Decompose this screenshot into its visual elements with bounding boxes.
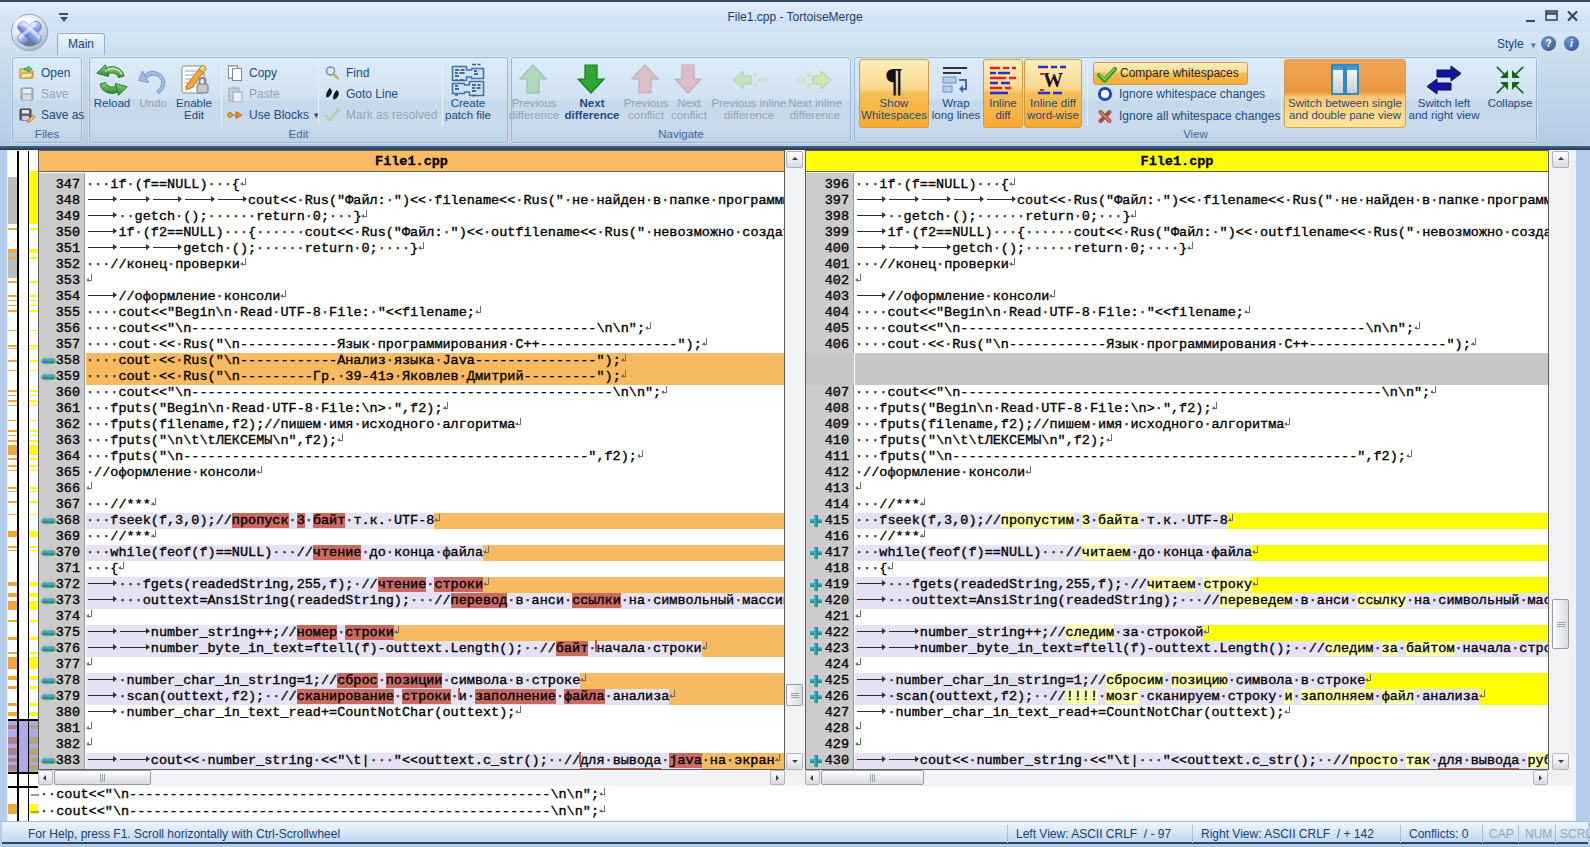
svg-text:W: W [1043, 69, 1063, 91]
